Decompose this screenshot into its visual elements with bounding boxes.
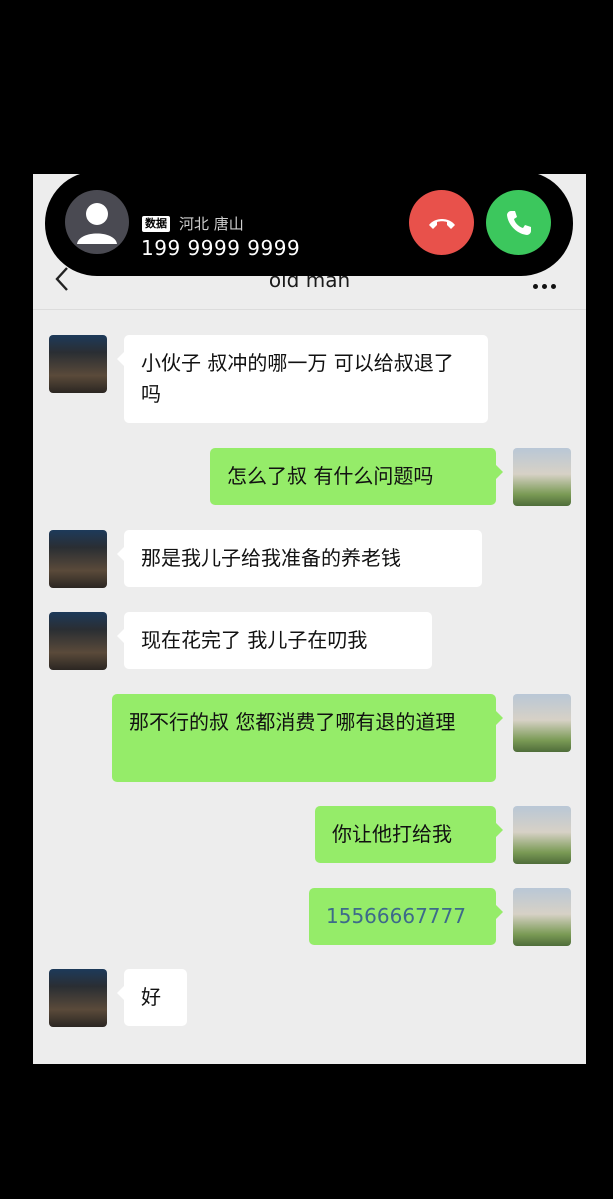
incoming-call-banner[interactable]: 数据 河北 唐山 199 9999 9999 (45, 171, 573, 276)
message-bubble-outgoing[interactable]: 那不行的叔 您都消费了哪有退的道理 (112, 694, 503, 782)
my-avatar[interactable] (513, 888, 571, 946)
contact-avatar[interactable] (49, 335, 107, 393)
accept-call-button[interactable] (486, 190, 551, 255)
caller-avatar (65, 190, 129, 254)
phone-hangup-icon (428, 218, 455, 229)
person-icon (77, 203, 117, 244)
message-bubble-incoming[interactable]: 好 (117, 969, 187, 1026)
message-bubble-outgoing-phone[interactable]: 15566667777 (309, 888, 503, 945)
caller-location: 河北 唐山 (179, 215, 244, 233)
message-bubble-outgoing[interactable]: 怎么了叔 有什么问题吗 (210, 448, 503, 505)
more-dots-icon[interactable] (533, 274, 563, 289)
phone-answer-icon (506, 210, 531, 235)
my-avatar[interactable] (513, 806, 571, 864)
contact-avatar[interactable] (49, 969, 107, 1027)
decline-call-button[interactable] (409, 190, 474, 255)
chat-screen: old man 小伙子 叔冲的哪一万 可以给叔退了吗 怎么了叔 有什么问题吗 那… (33, 174, 586, 1064)
message-bubble-incoming[interactable]: 那是我儿子给我准备的养老钱 (117, 530, 482, 587)
contact-avatar[interactable] (49, 530, 107, 588)
message-bubble-incoming[interactable]: 小伙子 叔冲的哪一万 可以给叔退了吗 (117, 335, 488, 423)
message-bubble-incoming[interactable]: 现在花完了 我儿子在叨我 (117, 612, 432, 669)
contact-avatar[interactable] (49, 612, 107, 670)
message-bubble-outgoing[interactable]: 你让他打给我 (315, 806, 503, 863)
caller-number: 199 9999 9999 (141, 236, 301, 260)
my-avatar[interactable] (513, 448, 571, 506)
my-avatar[interactable] (513, 694, 571, 752)
network-tag: 数据 (142, 216, 170, 232)
